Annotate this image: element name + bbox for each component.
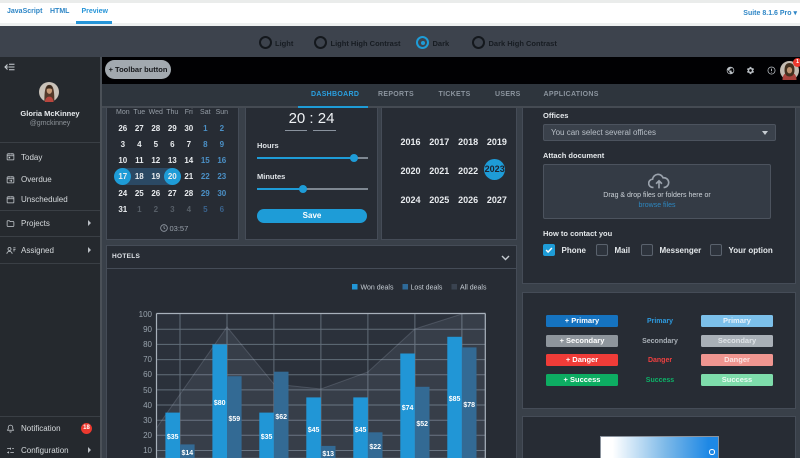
- svg-text:$80: $80: [214, 400, 226, 407]
- svg-text:$13: $13: [322, 451, 334, 458]
- svg-text:$85: $85: [449, 396, 461, 403]
- svg-text:$52: $52: [416, 421, 428, 428]
- svg-text:60: 60: [143, 370, 152, 379]
- svg-text:Lost deals: Lost deals: [411, 285, 443, 292]
- svg-text:100: 100: [139, 310, 153, 319]
- svg-text:$74: $74: [402, 405, 414, 412]
- svg-text:40: 40: [143, 401, 152, 410]
- svg-text:$78: $78: [463, 402, 475, 409]
- svg-text:$14: $14: [181, 450, 193, 457]
- svg-text:$35: $35: [167, 434, 179, 441]
- svg-text:$22: $22: [369, 444, 381, 451]
- svg-text:30: 30: [143, 416, 152, 425]
- svg-text:$35: $35: [261, 434, 273, 441]
- svg-text:$45: $45: [355, 427, 367, 434]
- svg-text:80: 80: [143, 340, 152, 349]
- svg-text:$45: $45: [308, 427, 320, 434]
- svg-text:Won deals: Won deals: [361, 285, 394, 292]
- svg-text:70: 70: [143, 355, 152, 364]
- svg-text:$62: $62: [275, 414, 287, 421]
- svg-text:50: 50: [143, 386, 152, 395]
- svg-text:20: 20: [143, 431, 152, 440]
- svg-text:$59: $59: [228, 416, 240, 423]
- svg-text:10: 10: [143, 446, 152, 455]
- svg-text:90: 90: [143, 325, 152, 334]
- svg-text:All deals: All deals: [460, 285, 487, 292]
